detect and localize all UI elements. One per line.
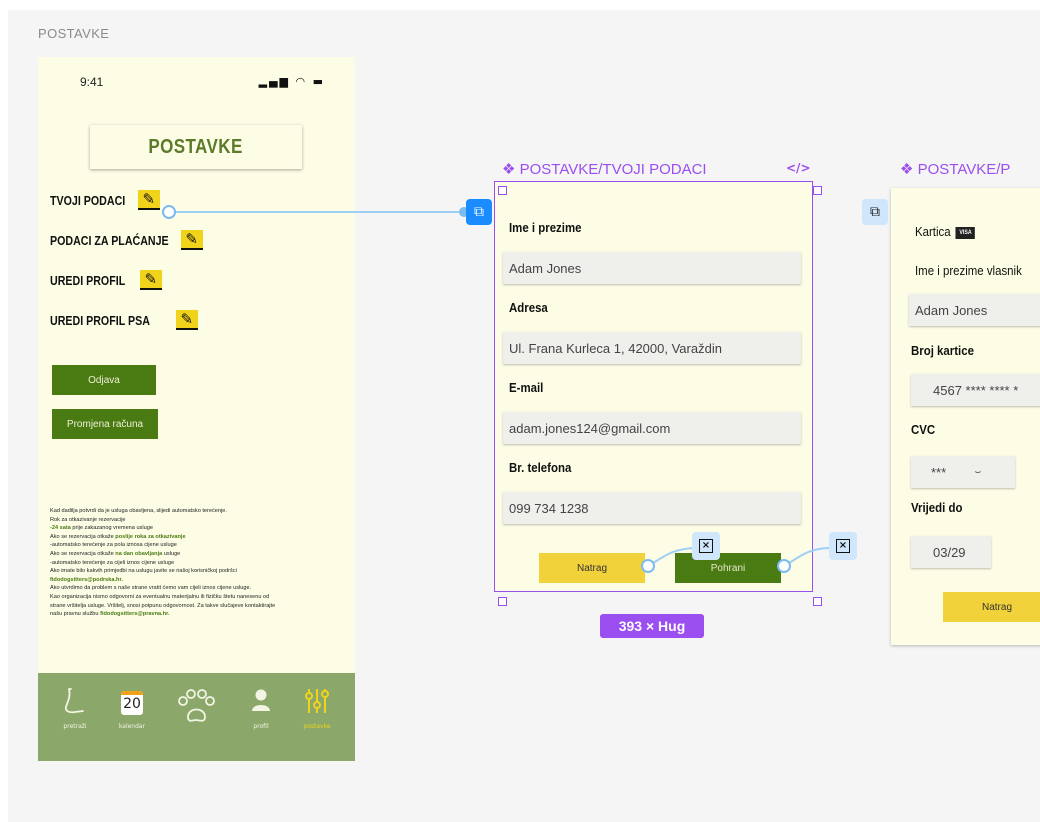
info-text-part: Ako se rezervacija otkaže [50,533,116,540]
back-button[interactable]: Natrag [539,553,645,583]
nav-item-kalendar[interactable]: 20 kalendar [107,687,157,730]
info-line: strane vršitelja usluge. Vršitelj, snosi… [50,602,276,609]
logout-button[interactable]: Odjava [52,365,156,395]
tvoji-podaci-frame[interactable]: Ime i prezime Adam Jones Adresa Ul. Fran… [494,181,813,592]
bottom-nav: pretraži 20 kalendar profil postavke [38,673,355,761]
info-line: Ako se rezervacija otkaže na dan obavlja… [50,550,346,559]
card-number-field[interactable]: 4567 **** **** * [911,374,1040,406]
nav-label: postavke [303,723,331,730]
menu-item-uredi-profil[interactable]: UREDI PROFIL ✎ [50,270,162,290]
close-overlay-icon[interactable]: × [829,532,857,560]
card-label-row: Kartica VISA [915,224,976,239]
owner-field[interactable]: Adam Jones [909,294,1040,326]
info-highlight: -24 sata [50,525,71,532]
nav-label: profil [253,723,269,730]
name-field[interactable]: Adam Jones [503,252,801,284]
save-button[interactable]: Pohrani [675,553,781,583]
resize-handle[interactable] [813,186,822,195]
size-badge: 393 × Hug [600,614,704,638]
legal-email-link[interactable]: fidodogsitters@pravna.hr. [100,611,169,617]
cvc-label: CVC [911,422,936,437]
prototype-target-icon[interactable]: ⧉ [466,199,492,225]
cvc-field[interactable]: *** ⌣ [911,456,1015,488]
page-title: POSTAVKE [148,135,244,158]
pencil-icon[interactable]: ✎ [137,190,160,210]
info-line: -automatsko terećenje za pola iznosa cij… [50,542,177,549]
search-icon [50,687,100,717]
pencil-icon[interactable]: ✎ [180,230,203,250]
placanje-frame[interactable]: Kartica VISA Ime i prezime vlasnik Adam J… [891,188,1040,645]
info-line: Ako imate bilo kakvih primjedbi na uslug… [50,568,237,575]
back-button[interactable]: Natrag [943,592,1040,622]
resize-handle[interactable] [813,597,822,606]
menu-item-label: TVOJI PODACI [50,192,126,208]
address-field[interactable]: Ul. Frana Kurleca 1, 42000, Varaždin [503,332,801,364]
code-icon[interactable]: </> [786,161,811,175]
nav-item-paw[interactable] [172,687,222,723]
info-line: našu pravnu službu fidodogsitters@pravna… [50,610,346,619]
profile-icon [236,687,286,717]
menu-item-podaci-za-placanje[interactable]: PODACI ZA PLAĆANJE ✎ [50,230,203,250]
menu-item-label: PODACI ZA PLAĆANJE [50,232,169,248]
change-account-button[interactable]: Promjena računa [52,409,158,439]
nav-item-profil[interactable]: profil [236,687,286,730]
info-line: -24 sata prije zakazanog vremena usluge [50,524,346,533]
info-line: Rok za otkazivanje rezervacije [50,516,126,523]
status-time: 9:41 [80,75,104,89]
nav-item-pretrazi[interactable]: pretraži [50,687,100,730]
card-label: Kartica [915,224,951,239]
info-text: Kad dadilja potvrdi da je usluga obavlje… [50,507,346,619]
phone-field[interactable]: 099 734 1238 [503,492,801,524]
pencil-icon[interactable]: ✎ [139,270,162,290]
info-text-part: prije zakazanog vremena usluge [70,525,153,532]
prototype-target-icon[interactable]: ⧉ [862,199,888,225]
phone-frame[interactable]: 9:41 ▂▄▆ ◠ ▬ POSTAVKE TVOJI PODACI ✎ POD… [38,57,355,761]
card-number-label: Broj kartice [911,343,974,358]
info-text-part: Ako se rezervacija otkaže [50,550,116,557]
calendar-day: 20 [121,691,143,715]
settings-sliders-icon [292,687,342,717]
paw-icon [172,687,222,722]
nav-label: kalendar [118,723,146,730]
support-email-link[interactable]: fidodogsitters@podrska.hr. [50,576,346,585]
cvc-value: *** [931,464,947,480]
visa-logo: VISA [955,226,976,239]
component-label-placanje[interactable]: ❖ POSTAVKE/P [900,160,1010,178]
info-highlight: poslije roka za otkazivanje [115,533,186,540]
menu-item-tvoji-podaci[interactable]: TVOJI PODACI ✎ [50,190,160,210]
owner-label: Ime i prezime vlasnik [915,263,1022,278]
info-line: Kad dadilja potvrdi da je usluga obavlje… [50,508,227,514]
expiry-label: Vrijedi do [911,500,963,515]
info-text-part: našu pravnu službu [50,611,101,618]
page-title-card: POSTAVKE [90,125,302,169]
menu-item-label: UREDI PROFIL [50,272,126,288]
info-text-part: usluge [162,550,181,557]
resize-handle[interactable] [498,597,507,606]
menu-item-label: UREDI PROFIL PSA [50,312,150,328]
eye-closed-icon[interactable]: ⌣ [974,466,981,479]
field-label: Ime i prezime [509,220,582,235]
status-bar-icons: ▂▄▆ ◠ ▬ [258,75,325,88]
nav-label: pretraži [63,723,87,730]
resize-handle[interactable] [498,186,507,195]
info-line: Ako se rezervacija otkaže poslije roka z… [50,533,346,542]
menu-item-uredi-profil-psa[interactable]: UREDI PROFIL PSA ✎ [50,310,198,330]
expiry-field[interactable]: 03/29 [911,536,991,568]
pencil-icon[interactable]: ✎ [175,310,198,330]
frame-label[interactable]: POSTAVKE [38,26,109,41]
email-field[interactable]: adam.jones124@gmail.com [503,412,801,444]
component-label-tvoji-podaci[interactable]: ❖ POSTAVKE/TVOJI PODACI [502,160,707,178]
field-label: E-mail [509,380,544,395]
close-overlay-icon[interactable]: × [692,532,720,560]
info-highlight: na dan obavljanja [115,550,163,557]
info-line: -automatsko terećenje za cijeli iznos ci… [50,559,175,566]
info-line: Kao organizacija nismo odgovorni za even… [50,593,270,600]
calendar-icon: 20 [107,687,157,717]
field-label: Br. telefona [509,460,572,475]
nav-item-postavke[interactable]: postavke [292,687,342,730]
field-label: Adresa [509,300,548,315]
info-line: Ako utvrdimo da problem s naše strane vr… [50,585,252,592]
